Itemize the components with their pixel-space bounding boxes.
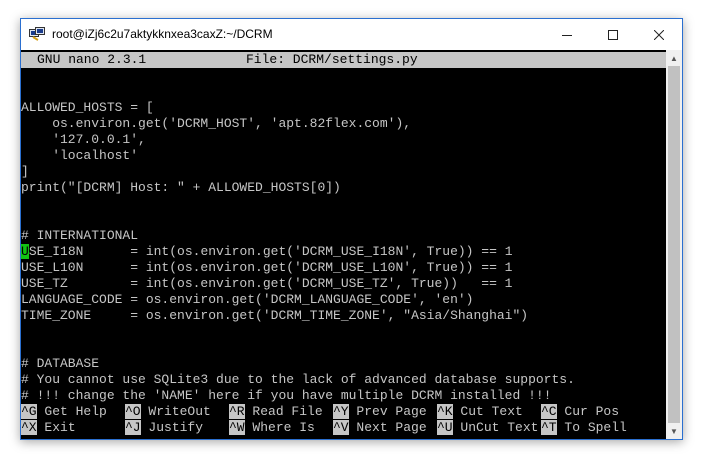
shortcut-item: ^U UnCut Text xyxy=(437,420,538,436)
shortcut-label: Justify xyxy=(140,420,204,435)
shortcut-label: UnCut Text xyxy=(452,420,539,435)
shortcut-item: ^C Cur Pos xyxy=(541,404,619,420)
minimize-icon xyxy=(562,34,572,36)
shortcut-key: ^G xyxy=(21,404,37,419)
code-line: # INTERNATIONAL xyxy=(21,228,139,243)
code-line: ALLOWED_HOSTS = [ xyxy=(21,100,154,115)
putty-icon[interactable] xyxy=(29,27,45,41)
shortcut-item: ^V Next Page xyxy=(333,420,427,436)
window-title: root@iZj6c2u7aktykknxea3caxZ:~/DCRM xyxy=(52,27,273,41)
shortcut-item: ^W Where Is xyxy=(229,420,315,436)
shortcut-key: ^U xyxy=(437,420,453,435)
code-line: print("[DCRM] Host: " + ALLOWED_HOSTS[0]… xyxy=(21,180,341,195)
minimize-button[interactable] xyxy=(544,19,590,50)
shortcut-item: ^X Exit xyxy=(21,420,76,436)
vertical-scrollbar[interactable]: ▲ ▼ xyxy=(666,50,682,439)
code-line: ] xyxy=(21,164,29,179)
code-line: LANGUAGE_CODE = os.environ.get('DCRM_LAN… xyxy=(21,292,474,307)
nano-header: GNU nano 2.3.1 File: DCRM/settings.py xyxy=(21,52,666,68)
shortcut-item: ^K Cut Text xyxy=(437,404,523,420)
shortcut-key: ^Y xyxy=(333,404,349,419)
terminal-area[interactable]: GNU nano 2.3.1 File: DCRM/settings.py ALL… xyxy=(21,50,666,439)
scroll-up-arrow-icon[interactable]: ▲ xyxy=(666,50,682,66)
shortcut-item: ^J Justify xyxy=(125,420,203,436)
shortcut-key: ^J xyxy=(125,420,141,435)
shortcut-label: Where Is xyxy=(244,420,315,435)
shortcut-label: Get Help xyxy=(36,404,107,419)
shortcut-label: Prev Page xyxy=(348,404,427,419)
terminal-window[interactable]: root@iZj6c2u7aktykknxea3caxZ:~/DCRM GNU … xyxy=(20,18,683,440)
shortcut-label: Next Page xyxy=(348,420,427,435)
maximize-button[interactable] xyxy=(590,19,636,50)
code-line-text: SE_I18N = int(os.environ.get('DCRM_USE_I… xyxy=(28,244,513,259)
maximize-icon xyxy=(608,29,618,40)
nano-version: GNU nano 2.3.1 xyxy=(37,52,147,67)
shortcut-label: Cut Text xyxy=(452,404,523,419)
shortcut-key: ^R xyxy=(229,404,245,419)
code-line: USE_I18N = int(os.environ.get('DCRM_USE_… xyxy=(21,244,513,260)
shortcut-key: ^C xyxy=(541,404,557,419)
shortcut-item: ^T To Spell xyxy=(541,420,627,436)
code-line: os.environ.get('DCRM_HOST', 'apt.82flex.… xyxy=(21,116,412,131)
code-line: # !!! change the 'NAME' here if you have… xyxy=(21,388,552,403)
shortcut-label: Cur Pos xyxy=(556,404,620,419)
shortcut-item: ^Y Prev Page xyxy=(333,404,427,420)
shortcut-key: ^O xyxy=(125,404,141,419)
code-line: USE_TZ = int(os.environ.get('DCRM_USE_TZ… xyxy=(21,276,513,291)
shortcut-key: ^V xyxy=(333,420,349,435)
code-line: 'localhost' xyxy=(21,148,139,163)
scroll-down-arrow-icon[interactable]: ▼ xyxy=(666,423,682,439)
shortcut-item: ^R Read File xyxy=(229,404,323,420)
code-line: # DATABASE xyxy=(21,356,100,371)
shortcut-key: ^X xyxy=(21,420,37,435)
shortcut-item: ^G Get Help xyxy=(21,404,107,420)
code-line: TIME_ZONE = os.environ.get('DCRM_TIME_ZO… xyxy=(21,308,529,323)
nano-filename: File: DCRM/settings.py xyxy=(246,52,418,67)
text-cursor: U xyxy=(21,244,29,259)
close-button[interactable] xyxy=(636,19,682,50)
shortcut-label: Read File xyxy=(244,404,323,419)
scroll-thumb[interactable] xyxy=(668,66,680,423)
shortcut-label: To Spell xyxy=(556,420,627,435)
shortcut-key: ^W xyxy=(229,420,245,435)
code-line: '127.0.0.1', xyxy=(21,132,146,147)
code-line: USE_L10N = int(os.environ.get('DCRM_USE_… xyxy=(21,260,513,275)
shortcut-label: WriteOut xyxy=(140,404,211,419)
shortcut-item: ^O WriteOut xyxy=(125,404,211,420)
close-icon xyxy=(654,29,664,40)
title-bar[interactable]: root@iZj6c2u7aktykknxea3caxZ:~/DCRM xyxy=(21,19,682,50)
shortcut-key: ^K xyxy=(437,404,453,419)
shortcut-key: ^T xyxy=(541,420,557,435)
code-line: # You cannot use SQLite3 due to the lack… xyxy=(21,372,575,387)
shortcut-label: Exit xyxy=(36,420,76,435)
